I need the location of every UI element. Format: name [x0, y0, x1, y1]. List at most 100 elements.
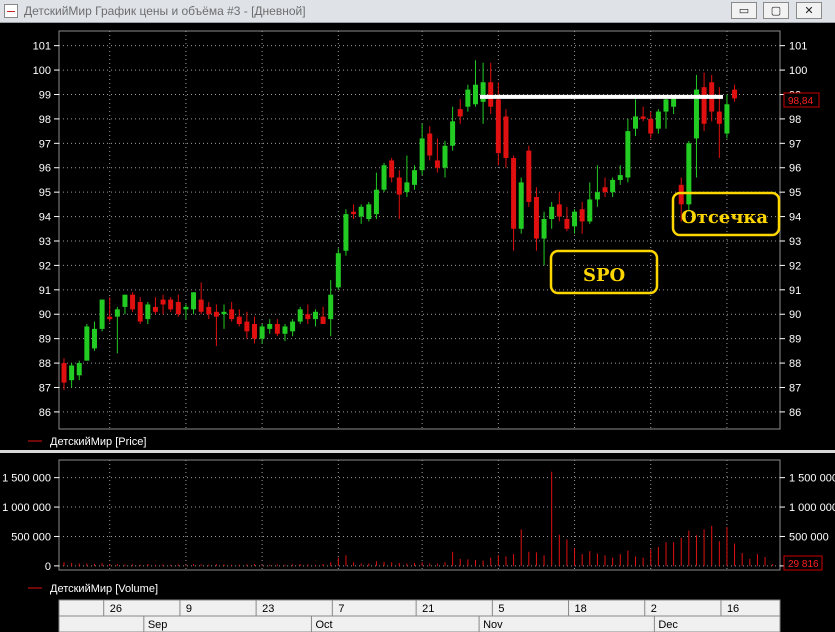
price-tick-label-left: 99 — [39, 89, 51, 101]
candle-body — [137, 302, 143, 322]
candle-body — [297, 309, 303, 322]
candle-body — [488, 82, 494, 107]
candle-body — [450, 121, 456, 146]
price-pane — [58, 30, 781, 430]
candle-body — [633, 116, 638, 129]
candle-body — [236, 316, 242, 325]
candle-body — [358, 206, 364, 217]
candle-body — [404, 182, 410, 193]
candle-body — [503, 116, 509, 158]
candle-body — [419, 138, 425, 171]
date-tick-label: 21 — [422, 603, 434, 615]
date-tick-label: 2 — [651, 603, 657, 615]
candle-body — [457, 109, 463, 117]
candle-body — [183, 306, 189, 310]
candle-body — [412, 170, 418, 185]
candle-body — [442, 145, 448, 168]
candle-body — [663, 99, 669, 112]
candle-body — [168, 299, 174, 310]
candle-body — [122, 294, 128, 307]
candle-body — [465, 89, 471, 107]
candle-body — [145, 304, 151, 320]
candle-body — [427, 133, 433, 156]
candle-body — [594, 192, 600, 200]
price-tick-label-left: 96 — [39, 163, 51, 175]
candle-body — [206, 306, 212, 315]
candle-body — [655, 111, 661, 129]
date-tick-label: 16 — [727, 603, 739, 615]
price-tick-label-right: 92 — [789, 260, 801, 272]
price-tick-label-left: 97 — [39, 138, 51, 150]
candle-body — [373, 189, 379, 215]
price-tick-label-right: 93 — [789, 236, 801, 248]
month-label: Oct — [315, 619, 332, 631]
candle-body — [290, 321, 296, 332]
price-tick-label-right: 101 — [789, 41, 807, 53]
candle-body — [274, 324, 280, 334]
candle-body — [648, 118, 654, 134]
candle-body — [732, 89, 738, 99]
price-tick-label-right: 94 — [789, 212, 801, 224]
candle-body — [716, 111, 722, 124]
candle-body — [244, 321, 250, 332]
candle-body — [625, 131, 631, 178]
candle-body — [252, 324, 257, 339]
volume-tick-label-left: 1 000 000 — [2, 502, 51, 514]
candle-body — [84, 326, 90, 361]
candle-body — [198, 299, 204, 312]
candle-body — [76, 363, 82, 376]
candle-body — [556, 204, 562, 217]
candle-body — [572, 211, 578, 227]
price-tick-label-left: 87 — [39, 382, 51, 394]
candle-body — [107, 316, 113, 320]
price-tick-label-left: 94 — [39, 212, 51, 224]
candle-body — [130, 294, 136, 310]
price-tick-label-left: 86 — [39, 407, 51, 419]
volume-tick-label-left: 500 000 — [11, 531, 51, 543]
price-tick-label-left: 95 — [39, 187, 51, 199]
candle-body — [267, 324, 273, 329]
price-tick-label-left: 90 — [39, 309, 51, 321]
candle-body — [640, 116, 646, 119]
price-tick-label-right: 86 — [789, 407, 801, 419]
date-tick-label: 7 — [338, 603, 344, 615]
candle-body — [686, 143, 692, 205]
candle-body — [610, 179, 616, 193]
price-tick-label-right: 89 — [789, 334, 801, 346]
price-tick-label-left: 92 — [39, 260, 51, 272]
candle-body — [541, 219, 547, 239]
price-tick-label-left: 93 — [39, 236, 51, 248]
candle-body — [305, 314, 311, 320]
candle-body — [678, 184, 684, 205]
price-tick-label-left: 89 — [39, 334, 51, 346]
candle-body — [526, 150, 532, 202]
candle-body — [495, 99, 501, 154]
pane-separator[interactable] — [0, 450, 835, 453]
price-tick-label-right: 87 — [789, 382, 801, 394]
candle-body — [434, 160, 440, 168]
candle-body — [389, 160, 395, 178]
price-tick-label-left: 100 — [33, 65, 51, 77]
price-tick-label-left: 101 — [33, 41, 51, 53]
candle-body — [282, 326, 288, 334]
month-label: Nov — [483, 619, 503, 631]
candle-body — [99, 299, 105, 329]
month-label: Dec — [658, 619, 678, 631]
candle-body — [617, 175, 623, 180]
candle-body — [518, 182, 524, 229]
price-tick-label-left: 98 — [39, 114, 51, 126]
candle-body — [724, 104, 730, 134]
candle-body — [579, 209, 585, 222]
price-tick-label-left: 91 — [39, 285, 51, 297]
price-tick-label-right: 90 — [789, 309, 801, 321]
candle-body — [213, 311, 219, 317]
date-tick-label: 9 — [186, 603, 192, 615]
price-tick-label-right: 91 — [789, 285, 801, 297]
candle-body — [191, 292, 197, 310]
candle-body — [701, 87, 707, 124]
volume-legend: ДетскийМир [Volume] — [50, 583, 158, 595]
candle-body — [587, 199, 593, 222]
price-tick-label-right: 96 — [789, 163, 801, 175]
candle-body — [69, 365, 75, 381]
price-tick-label-right: 88 — [789, 358, 801, 370]
